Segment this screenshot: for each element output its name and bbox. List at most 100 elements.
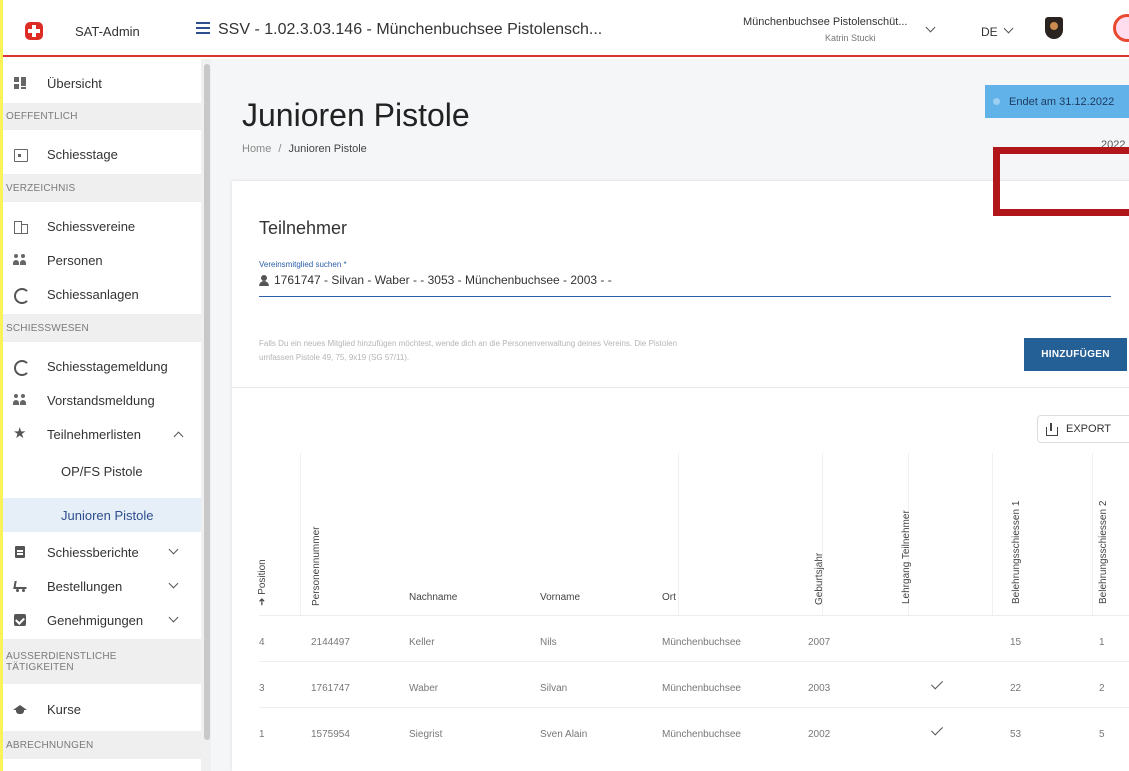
- avatar[interactable]: [1113, 14, 1129, 42]
- breadcrumb-home[interactable]: Home: [242, 143, 271, 155]
- app-name[interactable]: SAT-Admin: [75, 24, 140, 39]
- cell-position: 1: [259, 729, 265, 740]
- cell-belehrung-2: 2: [1099, 683, 1105, 694]
- main-content: Junioren Pistole Home / Junioren Pistole…: [211, 59, 1129, 771]
- column-header-belehrung-1[interactable]: Belehrungsschiessen 1: [1011, 501, 1022, 604]
- column-separator: [300, 453, 301, 616]
- column-separator: [992, 453, 993, 616]
- current-user: Katrin Stucki: [825, 33, 876, 43]
- column-header-nachname[interactable]: Nachname: [409, 592, 457, 603]
- people-icon: [13, 393, 27, 407]
- organization-selector[interactable]: Münchenbuchsee Pistolenschüt...: [743, 16, 908, 28]
- member-search-value: 1761747 - Silvan - Waber - - 3053 - Münc…: [274, 273, 612, 287]
- graduation-cap-icon: [13, 702, 27, 716]
- building-icon: [13, 219, 28, 234]
- cell-geburtsjahr: 2003: [808, 683, 831, 694]
- target-ring-icon: [13, 287, 30, 304]
- cell-ort: Münchenbuchsee: [662, 683, 741, 694]
- end-date-text: Endet am 31.12.2022: [1009, 95, 1115, 108]
- target-ring-icon: [13, 359, 30, 376]
- column-header-ort[interactable]: Ort: [662, 592, 676, 603]
- sidebar-item-label: Schiesstage: [47, 146, 118, 162]
- association-shield-icon[interactable]: [1045, 17, 1063, 39]
- dashboard-icon: [13, 76, 27, 90]
- chevron-down-icon[interactable]: [1003, 23, 1014, 34]
- chevron-down-icon[interactable]: [168, 578, 179, 589]
- member-search-input[interactable]: 1761747 - Silvan - Waber - - 3053 - Münc…: [259, 273, 612, 287]
- top-bar: SAT-Admin SSV - 1.02.3.03.146 - Münchenb…: [3, 0, 1129, 57]
- sidebar-item-vorstandsmeldung[interactable]: Vorstandsmeldung: [3, 383, 201, 417]
- cell-ort: Münchenbuchsee: [662, 637, 741, 648]
- hint-text: Falls Du ein neues Mitglied hinzufügen m…: [259, 337, 819, 365]
- cell-vorname: Nils: [540, 637, 557, 648]
- cell-belehrung-1: 53: [1010, 729, 1022, 740]
- cell-nachname: Siegrist: [409, 729, 443, 740]
- sidebar: Übersicht OEFFENTLICH Schiesstage VERZEI…: [3, 59, 201, 771]
- cell-belehrung-1: 15: [1010, 637, 1022, 648]
- menu-icon[interactable]: [196, 22, 210, 36]
- cell-nachname: Waber: [409, 683, 439, 694]
- sidebar-item-label: Bestellungen: [47, 578, 123, 594]
- checkmark-icon: [930, 723, 944, 736]
- sidebar-item-label: Teilnehmerlisten: [47, 426, 141, 442]
- cell-personennummer: 2144497: [311, 637, 350, 648]
- cell-position: 3: [259, 683, 265, 694]
- cell-vorname: Silvan: [540, 683, 568, 694]
- sidebar-item-label: Schiessanlagen: [47, 286, 139, 302]
- column-header-lehrgang[interactable]: Lehrgang Teilnehmer: [901, 510, 912, 604]
- swiss-cross-logo[interactable]: [25, 22, 43, 40]
- calendar-icon: [13, 147, 28, 162]
- sidebar-item-label: Übersicht: [47, 75, 102, 91]
- chevron-down-icon[interactable]: [168, 612, 179, 623]
- column-separator: [678, 453, 679, 616]
- cell-belehrung-2: 5: [1099, 729, 1105, 740]
- cell-vorname: Sven Alain: [540, 729, 588, 740]
- sidebar-subitem-junioren-pistole[interactable]: Junioren Pistole: [3, 498, 201, 532]
- context-title: SSV - 1.02.3.03.146 - Münchenbuchsee Pis…: [218, 21, 603, 38]
- hint-line: Falls Du ein neues Mitglied hinzufügen m…: [259, 339, 678, 348]
- section-header-shooting: SCHIESSWESEN: [3, 314, 201, 342]
- sidebar-item-schiesstagemeldung[interactable]: Schiesstagemeldung: [3, 349, 201, 383]
- column-header-belehrung-2[interactable]: Belehrungsschiessen 2: [1098, 501, 1109, 604]
- sidebar-item-bestellungen[interactable]: Bestellungen: [3, 569, 201, 603]
- hint-line: umfassen Pistole 49, 75, 9x19 (SG 57/11)…: [259, 353, 410, 362]
- column-header-geburtsjahr[interactable]: Geburtsjahr: [814, 553, 825, 605]
- language-selector[interactable]: DE: [981, 25, 998, 39]
- sidebar-item-overview[interactable]: Übersicht: [3, 66, 201, 100]
- sidebar-item-schiessanlagen[interactable]: Schiessanlagen: [3, 277, 201, 311]
- chevron-up-icon[interactable]: [173, 431, 184, 442]
- add-button[interactable]: HINZUFÜGEN: [1024, 338, 1127, 371]
- chevron-down-icon[interactable]: [925, 22, 936, 33]
- sidebar-item-personen[interactable]: Personen: [3, 243, 201, 277]
- sidebar-scroll-thumb[interactable]: [204, 64, 210, 740]
- breadcrumb-separator: /: [278, 143, 282, 155]
- card-title: Teilnehmer: [259, 218, 348, 238]
- section-header-line: TÄTIGKEITEN: [6, 661, 74, 673]
- cell-belehrung-1: 22: [1010, 683, 1022, 694]
- breadcrumb: Home / Junioren Pistole: [242, 143, 367, 155]
- sidebar-item-teilnehmerlisten[interactable]: Teilnehmerlisten: [3, 417, 201, 451]
- sidebar-item-label: Genehmigungen: [47, 612, 144, 628]
- sidebar-item-kurse[interactable]: Kurse: [3, 692, 201, 726]
- info-icon: [993, 98, 1000, 105]
- sidebar-item-schiessvereine[interactable]: Schiessvereine: [3, 209, 201, 243]
- sidebar-item-label: Schiesstagemeldung: [47, 358, 168, 374]
- sidebar-item-genehmigungen[interactable]: Genehmigungen: [3, 603, 201, 637]
- end-date-badge: Endet am 31.12.2022: [985, 85, 1129, 118]
- cell-nachname: Keller: [409, 637, 435, 648]
- sidebar-item-schiessberichte[interactable]: Schiessberichte: [3, 535, 201, 569]
- sidebar-item-label: Schiessberichte: [47, 544, 139, 560]
- checkmark-icon: [930, 677, 944, 690]
- sidebar-item-schiesstage[interactable]: Schiesstage: [3, 137, 201, 171]
- column-header-position[interactable]: ➜ Position: [257, 559, 268, 606]
- search-field-label: Vereinsmitglied suchen *: [259, 260, 347, 269]
- cart-icon: [13, 579, 27, 593]
- column-header-vorname[interactable]: Vorname: [540, 592, 580, 603]
- row-separator: [259, 615, 1129, 616]
- sidebar-subitem-opfs-pistole[interactable]: OP/FS Pistole: [3, 454, 201, 488]
- export-icon: [1046, 422, 1058, 436]
- chevron-down-icon[interactable]: [168, 544, 179, 555]
- column-header-personennummer[interactable]: Personennummer: [311, 527, 322, 606]
- column-separator: [1092, 453, 1093, 616]
- export-button[interactable]: EXPORT: [1037, 415, 1129, 443]
